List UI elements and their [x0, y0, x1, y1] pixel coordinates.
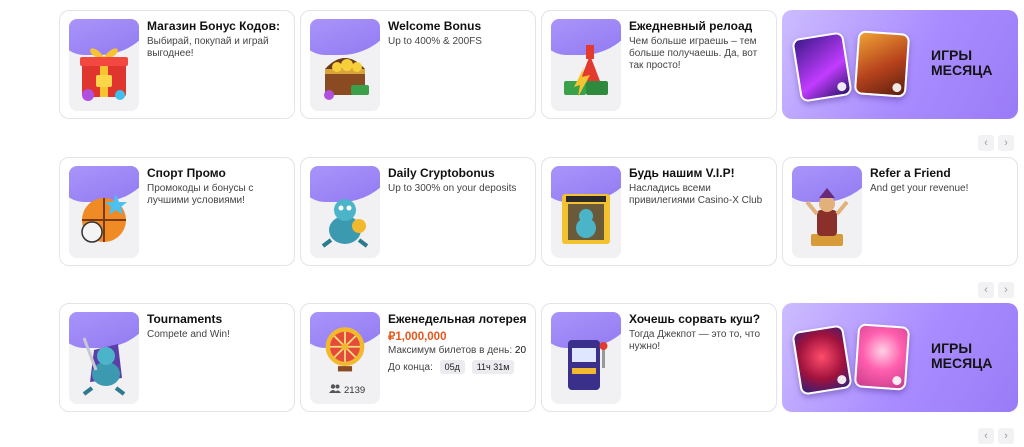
card-thumbnail	[551, 19, 621, 111]
game-tile-icon[interactable]	[853, 323, 911, 391]
card-description: Тогда Джекпот — это то, что нужно!	[629, 329, 761, 352]
card-description: Compete and Win!	[147, 329, 230, 340]
card-title: Магазин Бонус Кодов:	[147, 19, 280, 33]
knight-dragon-icon	[82, 337, 126, 396]
card-thumbnail	[551, 166, 621, 258]
card-description: Up to 400% & 200FS	[388, 36, 482, 47]
card-thumbnail	[69, 312, 139, 404]
card-title: Будь нашим V.I.P!	[629, 166, 735, 180]
row-2-pagination: ‹ ›	[978, 282, 1014, 298]
countdown-label: До конца:	[388, 362, 433, 373]
sport-promo-card[interactable]: Спорт Промо Промокоды и бонусы с лучшими…	[59, 157, 295, 266]
game-tile-icon[interactable]	[853, 30, 911, 98]
daily-cryptobonus-card[interactable]: Daily Cryptobonus Up to 300% on your dep…	[300, 157, 536, 266]
card-description: Выбирай, покупай и играй выгоднее!	[147, 36, 269, 59]
promo-row-2: Спорт Промо Промокоды и бонусы с лучшими…	[59, 157, 1018, 266]
vip-booth-icon	[562, 194, 610, 244]
max-tickets-value: 20	[514, 345, 527, 356]
vip-card[interactable]: Будь нашим V.I.P! Насладись всеми привил…	[541, 157, 777, 266]
bonus-code-shop-card[interactable]: Магазин Бонус Кодов: Выбирай, покупай и …	[59, 10, 295, 119]
treasure-chest-icon	[324, 58, 369, 100]
promo-title: ИГРЫ МЕСЯЦА	[931, 340, 993, 371]
next-arrow-icon[interactable]: ›	[998, 282, 1014, 298]
row-3-pagination: ‹ ›	[978, 428, 1014, 444]
games-of-month-banner[interactable]: ИГРЫ МЕСЯЦА	[782, 303, 1018, 412]
promo-row-3: Tournaments Compete and Win! 2139 Еженед…	[59, 303, 1018, 412]
promo-row-1: Магазин Бонус Кодов: Выбирай, покупай и …	[59, 10, 1018, 119]
row-1-pagination: ‹ ›	[978, 135, 1014, 151]
welcome-bonus-card[interactable]: Welcome Bonus Up to 400% & 200FS	[300, 10, 536, 119]
next-arrow-icon[interactable]: ›	[998, 135, 1014, 151]
card-description: Промокоды и бонусы с лучшими условиями!	[147, 183, 254, 206]
card-thumbnail	[310, 19, 380, 111]
card-title: Tournaments	[147, 312, 223, 326]
card-description: Чем больше играешь – тем больше получаеш…	[629, 36, 758, 71]
prev-arrow-icon[interactable]: ‹	[978, 428, 994, 444]
card-thumbnail	[792, 166, 862, 258]
friend-character-icon	[805, 188, 849, 246]
weekly-lottery-card[interactable]: 2139 Еженедельная лотерея ₽1,000,000 Мак…	[300, 303, 536, 412]
card-thumbnail	[69, 19, 139, 111]
card-thumbnail	[551, 312, 621, 404]
card-thumbnail	[310, 166, 380, 258]
sports-ball-icon	[81, 194, 127, 243]
users-icon	[329, 384, 341, 396]
game-tile-icon[interactable]	[791, 31, 853, 103]
card-title: Daily Cryptobonus	[388, 166, 495, 180]
max-tickets-label: Максимум билетов в день:	[388, 345, 513, 356]
card-title: Хочешь сорвать куш?	[629, 312, 761, 326]
lottery-wheel-icon	[325, 327, 365, 372]
slot-machine-icon	[568, 340, 608, 390]
max-tickets-line: Максимум билетов в день: 20	[388, 345, 526, 356]
card-title: Ежедневный релоад	[629, 19, 753, 33]
card-title: Спорт Промо	[147, 166, 226, 180]
prev-arrow-icon[interactable]: ‹	[978, 282, 994, 298]
prev-arrow-icon[interactable]: ‹	[978, 135, 994, 151]
jackpot-card[interactable]: Хочешь сорвать куш? Тогда Джекпот — это …	[541, 303, 777, 412]
games-of-month-banner[interactable]: ИГРЫ МЕСЯЦА	[782, 10, 1018, 119]
participants-count: 2139	[329, 384, 365, 396]
card-description: And get your revenue!	[870, 183, 969, 194]
next-arrow-icon[interactable]: ›	[998, 428, 1014, 444]
promotions-page: Магазин Бонус Кодов: Выбирай, покупай и …	[0, 0, 1024, 447]
card-thumbnail	[69, 166, 139, 258]
tournaments-card[interactable]: Tournaments Compete and Win!	[59, 303, 295, 412]
refer-a-friend-card[interactable]: Refer a Friend And get your revenue!	[782, 157, 1018, 266]
countdown-line: До конца: 05д 11ч 31м	[388, 360, 515, 374]
promo-title: ИГРЫ МЕСЯЦА	[931, 47, 993, 78]
daily-reload-card[interactable]: Ежедневный релоад Чем больше играешь – т…	[541, 10, 777, 119]
card-description: Насладись всеми привилегиями Casino-X Cl…	[629, 183, 763, 206]
card-title: Еженедельная лотерея	[388, 312, 527, 326]
prize-amount: ₽1,000,000	[388, 331, 447, 343]
game-tile-icon[interactable]	[791, 324, 853, 396]
time-chip: 11ч 31м	[471, 360, 515, 374]
days-chip: 05д	[439, 360, 465, 374]
card-description: Up to 300% on your deposits	[388, 183, 517, 194]
card-title: Refer a Friend	[870, 166, 951, 180]
players-count: 2139	[344, 384, 366, 396]
crypto-dragon-icon	[321, 199, 369, 248]
gift-box-icon	[80, 48, 128, 101]
reload-arrow-icon	[564, 45, 608, 97]
card-title: Welcome Bonus	[388, 19, 482, 33]
